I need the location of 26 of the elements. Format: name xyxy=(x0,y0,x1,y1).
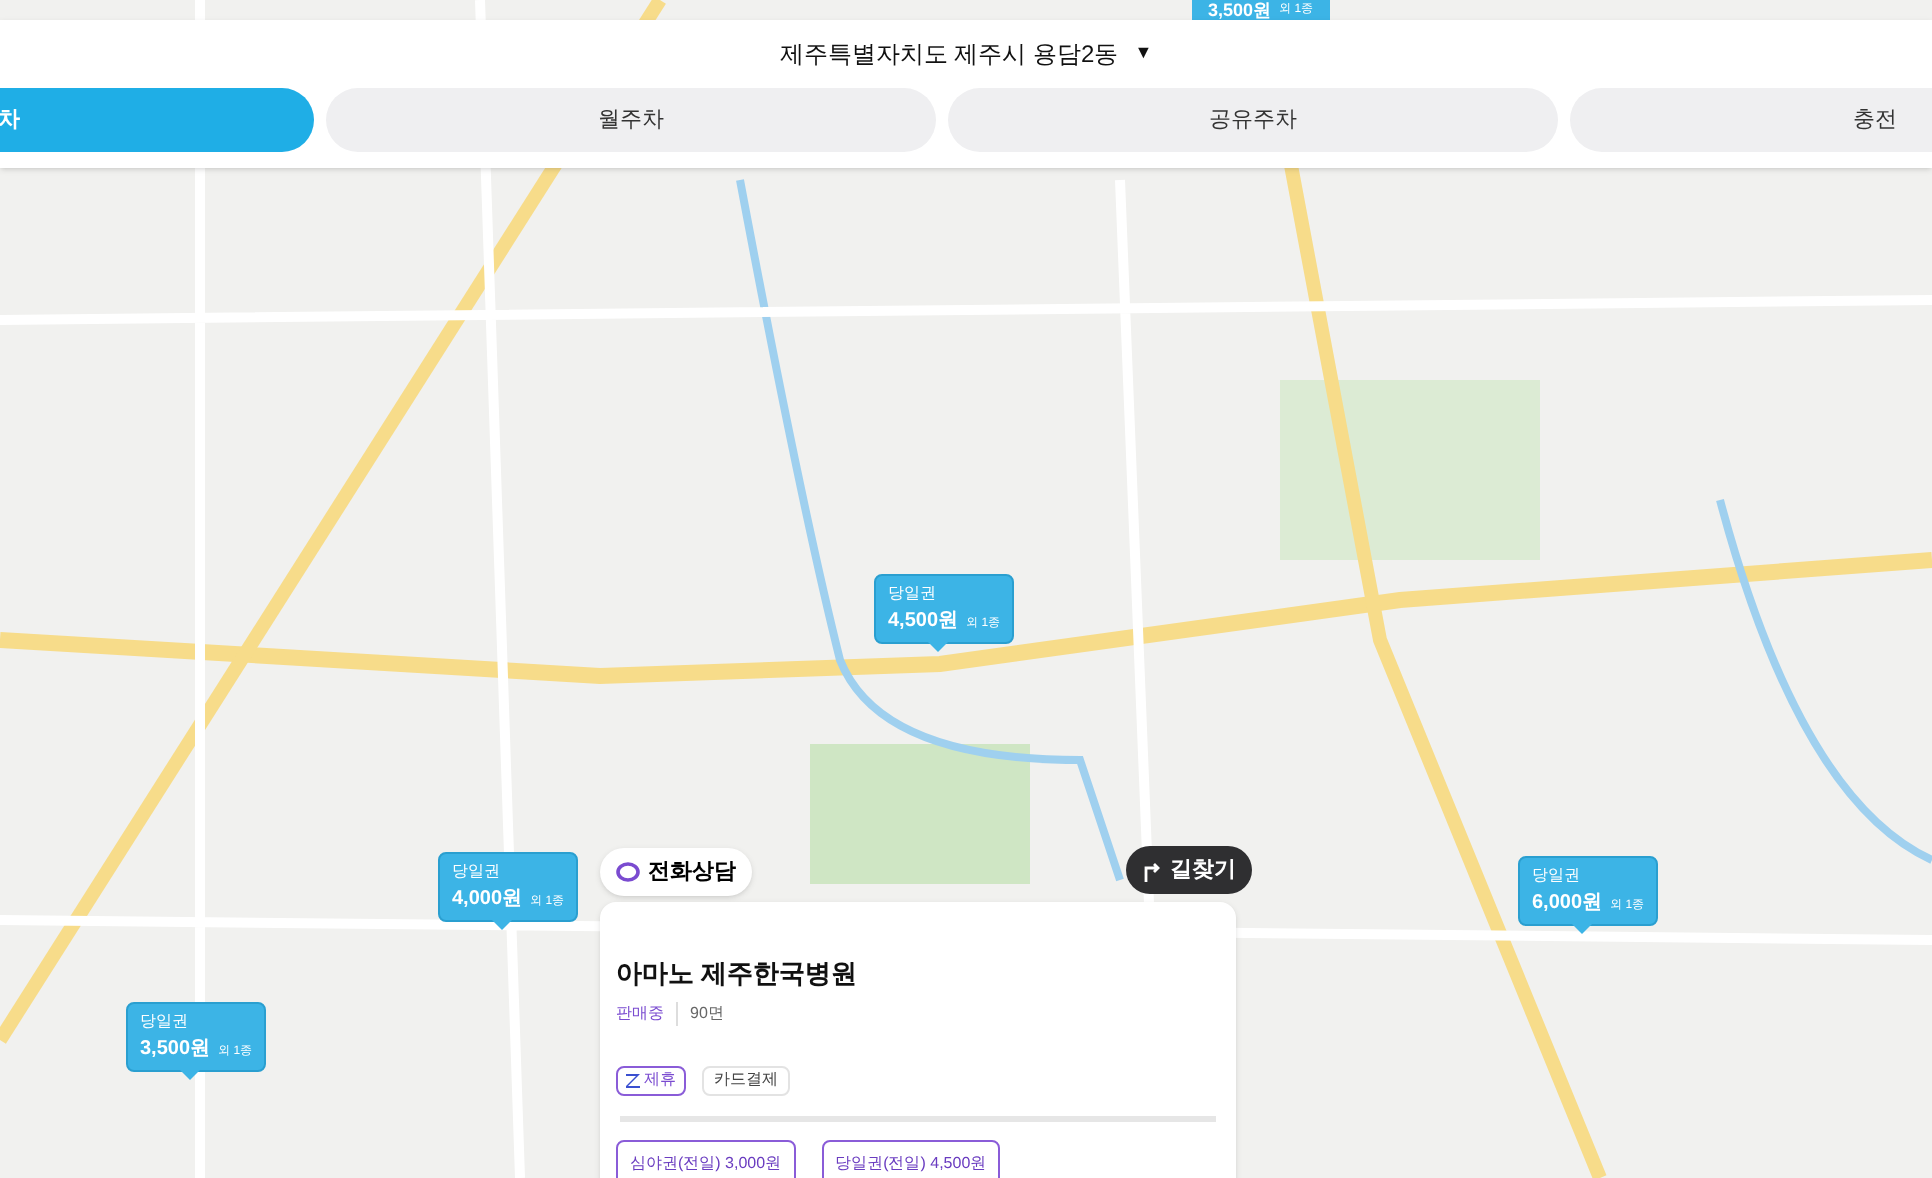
pin-price: 3,500원 xyxy=(1208,0,1272,20)
pin-ticket: 당일권 xyxy=(888,584,938,604)
directions-button[interactable]: 길찾기 xyxy=(1126,846,1252,894)
space-count: 90면 xyxy=(688,1001,724,1025)
ticket-option[interactable]: 당일권(전일) 4,500원 xyxy=(821,1139,1001,1178)
pin-ticket: 당일권 xyxy=(1532,866,1582,886)
pin-price: 4,000원 xyxy=(452,888,523,912)
category-tab[interactable]: 월주차 xyxy=(326,88,936,152)
category-tab[interactable]: 공유주차 xyxy=(948,88,1558,152)
card-payment-tag: 카드결제 xyxy=(702,1065,790,1095)
pin-price: 3,500원 xyxy=(140,1038,211,1062)
partner-tag: 제휴 xyxy=(616,1065,686,1095)
sale-status: 판매중 xyxy=(616,1001,678,1025)
ticket-option[interactable]: 심야권(전일) 3,000원 xyxy=(616,1139,796,1178)
location-selector[interactable]: 제주특별자치도 제주시 용담2동 ▼ xyxy=(779,36,1153,72)
pin-ticket: 당일권 xyxy=(452,862,502,882)
call-consult-button[interactable]: 전화상담 xyxy=(600,848,752,896)
pin-ticket: 당일권 xyxy=(140,1012,190,1032)
z-logo-icon xyxy=(626,1073,640,1087)
category-tab[interactable]: 충전 xyxy=(1570,88,1932,152)
caret-icon: ▼ xyxy=(1134,40,1153,68)
pin-price: 4,500원 xyxy=(888,610,959,634)
chat-icon xyxy=(616,862,640,882)
parking-name: 아마노 제주한국병원 xyxy=(616,956,860,992)
turn-right-icon xyxy=(1142,859,1162,881)
pin-price: 6,000원 xyxy=(1532,892,1603,916)
